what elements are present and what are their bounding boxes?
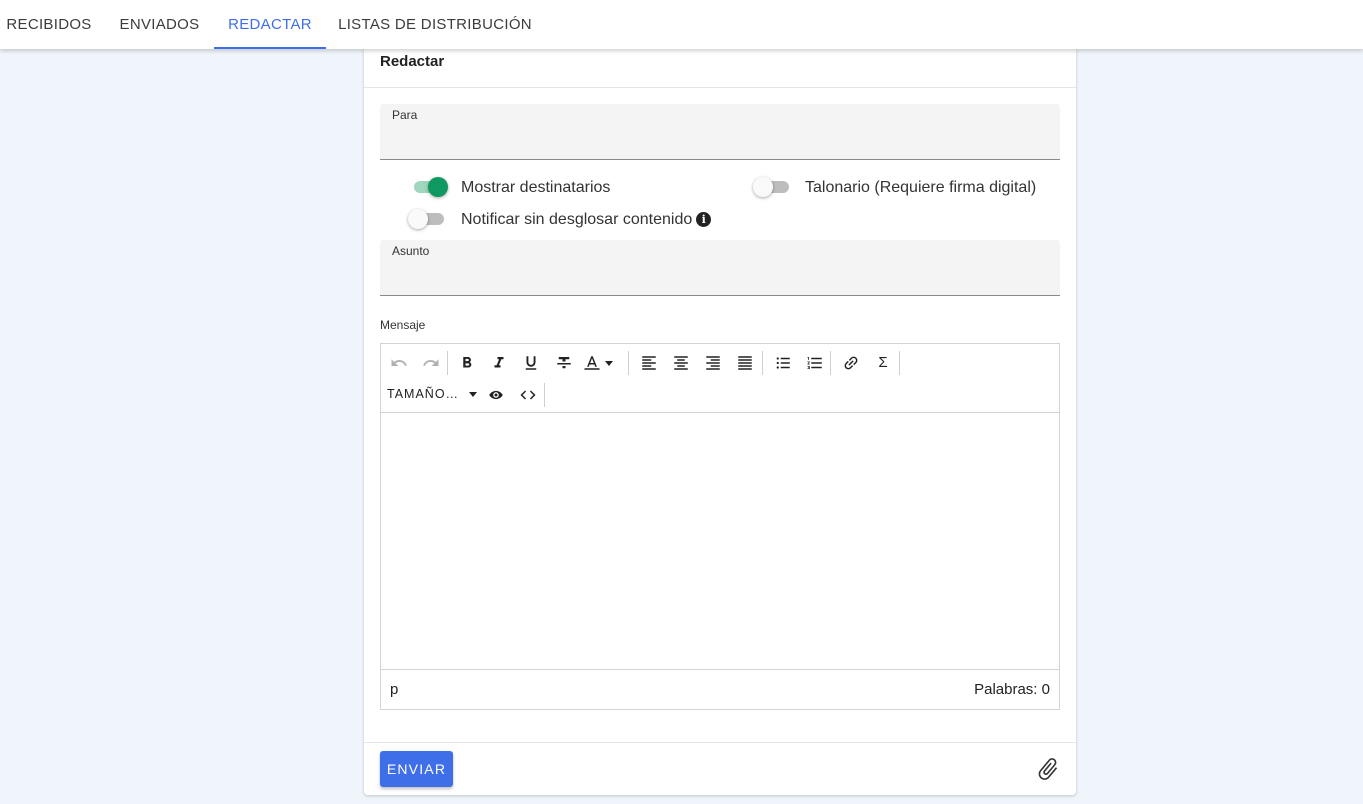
toolbar-separator xyxy=(830,351,831,375)
font-size-label: TAMAÑO… xyxy=(387,387,460,401)
talonario-label: Talonario (Requiere firma digital) xyxy=(805,179,1037,196)
to-field: Para xyxy=(380,104,1060,160)
font-size-select[interactable]: TAMAÑO… xyxy=(387,382,477,406)
title-divider xyxy=(364,87,1076,88)
rich-text-editor: Σ TAMAÑO… p Palabras: 0 xyxy=(380,343,1060,710)
toolbar-separator xyxy=(899,351,900,375)
redo-icon[interactable] xyxy=(418,350,444,376)
chevron-down-icon xyxy=(605,360,613,366)
tab-bar: RECIBIDOS ENVIADOS REDACTAR LISTAS DE DI… xyxy=(0,0,1363,49)
to-label: Para xyxy=(392,108,418,122)
undo-icon[interactable] xyxy=(386,350,412,376)
bold-icon[interactable] xyxy=(454,350,480,376)
tab-recibidos[interactable]: RECIBIDOS xyxy=(0,0,98,49)
toolbar-separator xyxy=(447,351,448,375)
compose-card: Redactar Para Mostrar destinatarios Talo… xyxy=(364,49,1076,795)
bullet-list-icon[interactable] xyxy=(770,350,796,376)
subject-input[interactable] xyxy=(392,265,1048,289)
notify-switch[interactable] xyxy=(408,208,448,230)
tab-enviados[interactable]: ENVIADOS xyxy=(105,0,214,49)
text-color-icon[interactable] xyxy=(583,350,623,376)
sigma-icon[interactable]: Σ xyxy=(870,349,896,375)
toolbar-separator xyxy=(628,351,629,375)
info-icon[interactable]: i xyxy=(696,212,712,227)
element-path: p xyxy=(390,681,399,698)
to-input[interactable] xyxy=(392,129,1048,153)
code-icon[interactable] xyxy=(515,382,541,408)
toolbar-separator xyxy=(544,383,545,407)
send-button[interactable]: ENVIAR xyxy=(380,751,453,787)
numbered-list-icon[interactable] xyxy=(802,350,828,376)
message-label: Mensaje xyxy=(380,318,426,332)
notify-label: Notificar sin desglosar contenido xyxy=(461,211,693,228)
show-recipients-switch[interactable] xyxy=(410,176,450,198)
talonario-switch[interactable] xyxy=(753,176,793,198)
editor-content-area[interactable] xyxy=(381,414,1059,669)
align-center-icon[interactable] xyxy=(668,350,694,376)
tab-redactar[interactable]: REDACTAR xyxy=(214,0,326,49)
italic-icon[interactable] xyxy=(486,350,512,376)
link-icon[interactable] xyxy=(838,350,864,376)
align-right-icon[interactable] xyxy=(700,350,726,376)
notify-label-wrap: Notificar sin desglosar contenido i xyxy=(461,211,712,229)
preview-icon[interactable] xyxy=(483,382,509,408)
editor-toolbar: Σ TAMAÑO… xyxy=(381,344,1059,413)
tab-listas-distribucion[interactable]: LISTAS DE DISTRIBUCIÓN xyxy=(326,0,544,49)
align-justify-icon[interactable] xyxy=(732,350,758,376)
subject-field: Asunto xyxy=(380,240,1060,296)
align-left-icon[interactable] xyxy=(636,350,662,376)
subject-label: Asunto xyxy=(392,244,430,258)
strikethrough-icon[interactable] xyxy=(551,350,577,376)
toolbar-separator xyxy=(762,351,763,375)
card-title: Redactar xyxy=(380,53,445,70)
word-count: Palabras: 0 xyxy=(974,681,1050,698)
editor-statusbar: p Palabras: 0 xyxy=(381,669,1059,709)
chevron-down-icon xyxy=(469,391,477,397)
footer-divider xyxy=(364,742,1076,743)
show-recipients-label: Mostrar destinatarios xyxy=(461,179,611,196)
paperclip-icon[interactable] xyxy=(1035,756,1061,782)
underline-icon[interactable] xyxy=(518,350,544,376)
